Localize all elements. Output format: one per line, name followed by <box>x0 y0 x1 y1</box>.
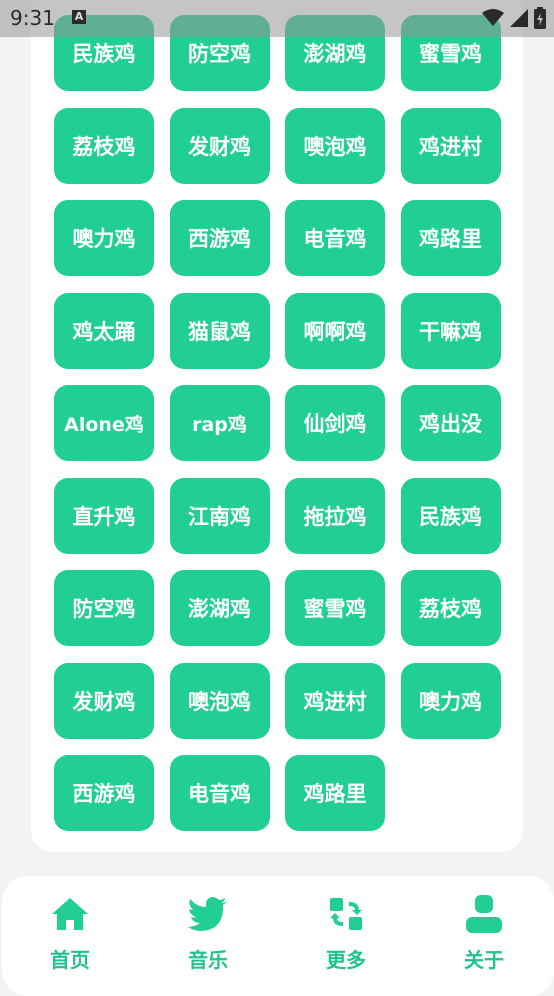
chip-button[interactable]: 电音鸡 <box>169 755 270 831</box>
chip-button[interactable]: 仙剑鸡 <box>285 385 385 461</box>
nav-more-label: 更多 <box>326 948 366 972</box>
nav-more[interactable]: 更多 <box>306 894 386 974</box>
home-icon <box>50 894 90 934</box>
chip-button[interactable]: 防空鸡 <box>54 570 154 646</box>
chip-button[interactable]: 蜜雪鸡 <box>285 570 385 646</box>
chip-button[interactable]: 江南鸡 <box>169 477 270 554</box>
nav-music[interactable]: 音乐 <box>168 894 248 974</box>
chip-button[interactable]: 噢力鸡 <box>400 662 501 739</box>
chip-button[interactable]: 拖拉鸡 <box>285 477 385 554</box>
chip-button[interactable]: 民族鸡 <box>400 477 501 554</box>
status-time: 9:31 <box>10 6 55 30</box>
user-icon <box>464 894 504 934</box>
status-icons <box>482 7 546 29</box>
nav-about[interactable]: 关于 <box>444 894 524 974</box>
notification-icon: A <box>72 10 86 24</box>
signal-icon <box>510 9 528 27</box>
chip-button[interactable]: 发财鸡 <box>54 662 154 739</box>
twitter-bird-icon <box>188 894 228 934</box>
chip-button[interactable]: 猫鼠鸡 <box>169 292 270 369</box>
refresh-apps-icon <box>326 894 366 934</box>
chip-button[interactable]: 噢泡鸡 <box>169 662 270 739</box>
nav-home-label: 首页 <box>50 948 90 972</box>
chip-button[interactable]: 噢泡鸡 <box>285 107 385 184</box>
chip-grid: 民族鸡 防空鸡 澎湖鸡 蜜雪鸡 荔枝鸡 发财鸡 噢泡鸡 鸡进村 噢力鸡 西游鸡 电音鸡 鸡路里 鸡太踊猫… <box>54 15 501 831</box>
chip-button[interactable]: 荔枝鸡 <box>54 107 154 184</box>
chip-button[interactable]: 鸡进村 <box>400 107 501 184</box>
chip-button[interactable]: 荔枝鸡 <box>400 570 501 646</box>
chip-button[interactable]: 噢力鸡 <box>54 200 154 276</box>
chip-button[interactable]: 西游鸡 <box>169 200 270 276</box>
wifi-icon <box>482 9 504 26</box>
chip-button[interactable]: 电音鸡 <box>285 200 385 276</box>
nav-about-label: 关于 <box>464 948 504 972</box>
chip-button[interactable]: 干嘛鸡 <box>400 292 501 369</box>
chip-button[interactable]: 澎湖鸡 <box>169 570 270 646</box>
chip-button[interactable]: 鸡出没 <box>400 385 501 461</box>
nav-home[interactable]: 首页 <box>30 894 110 974</box>
battery-icon <box>534 7 546 29</box>
chip-button[interactable]: 鸡路里 <box>400 200 501 276</box>
chip-button[interactable]: 鸡路里 <box>285 755 385 831</box>
chip-button[interactable]: 鸡太踊 <box>54 292 154 369</box>
chip-button[interactable]: 发财鸡 <box>169 107 270 184</box>
chip-button[interactable]: 直升鸡 <box>54 477 154 554</box>
chip-button[interactable]: Alone鸡 <box>54 385 154 461</box>
chip-button[interactable]: rap鸡 <box>169 385 270 461</box>
bottom-nav: 首页 音乐 更多 关于 <box>2 876 554 996</box>
nav-music-label: 音乐 <box>188 948 228 972</box>
chip-button[interactable]: 西游鸡 <box>54 755 154 831</box>
chip-button[interactable]: 鸡进村 <box>285 662 385 739</box>
chip-button[interactable]: 啊啊鸡 <box>285 292 385 369</box>
status-bar: 9:31 A <box>0 0 554 37</box>
